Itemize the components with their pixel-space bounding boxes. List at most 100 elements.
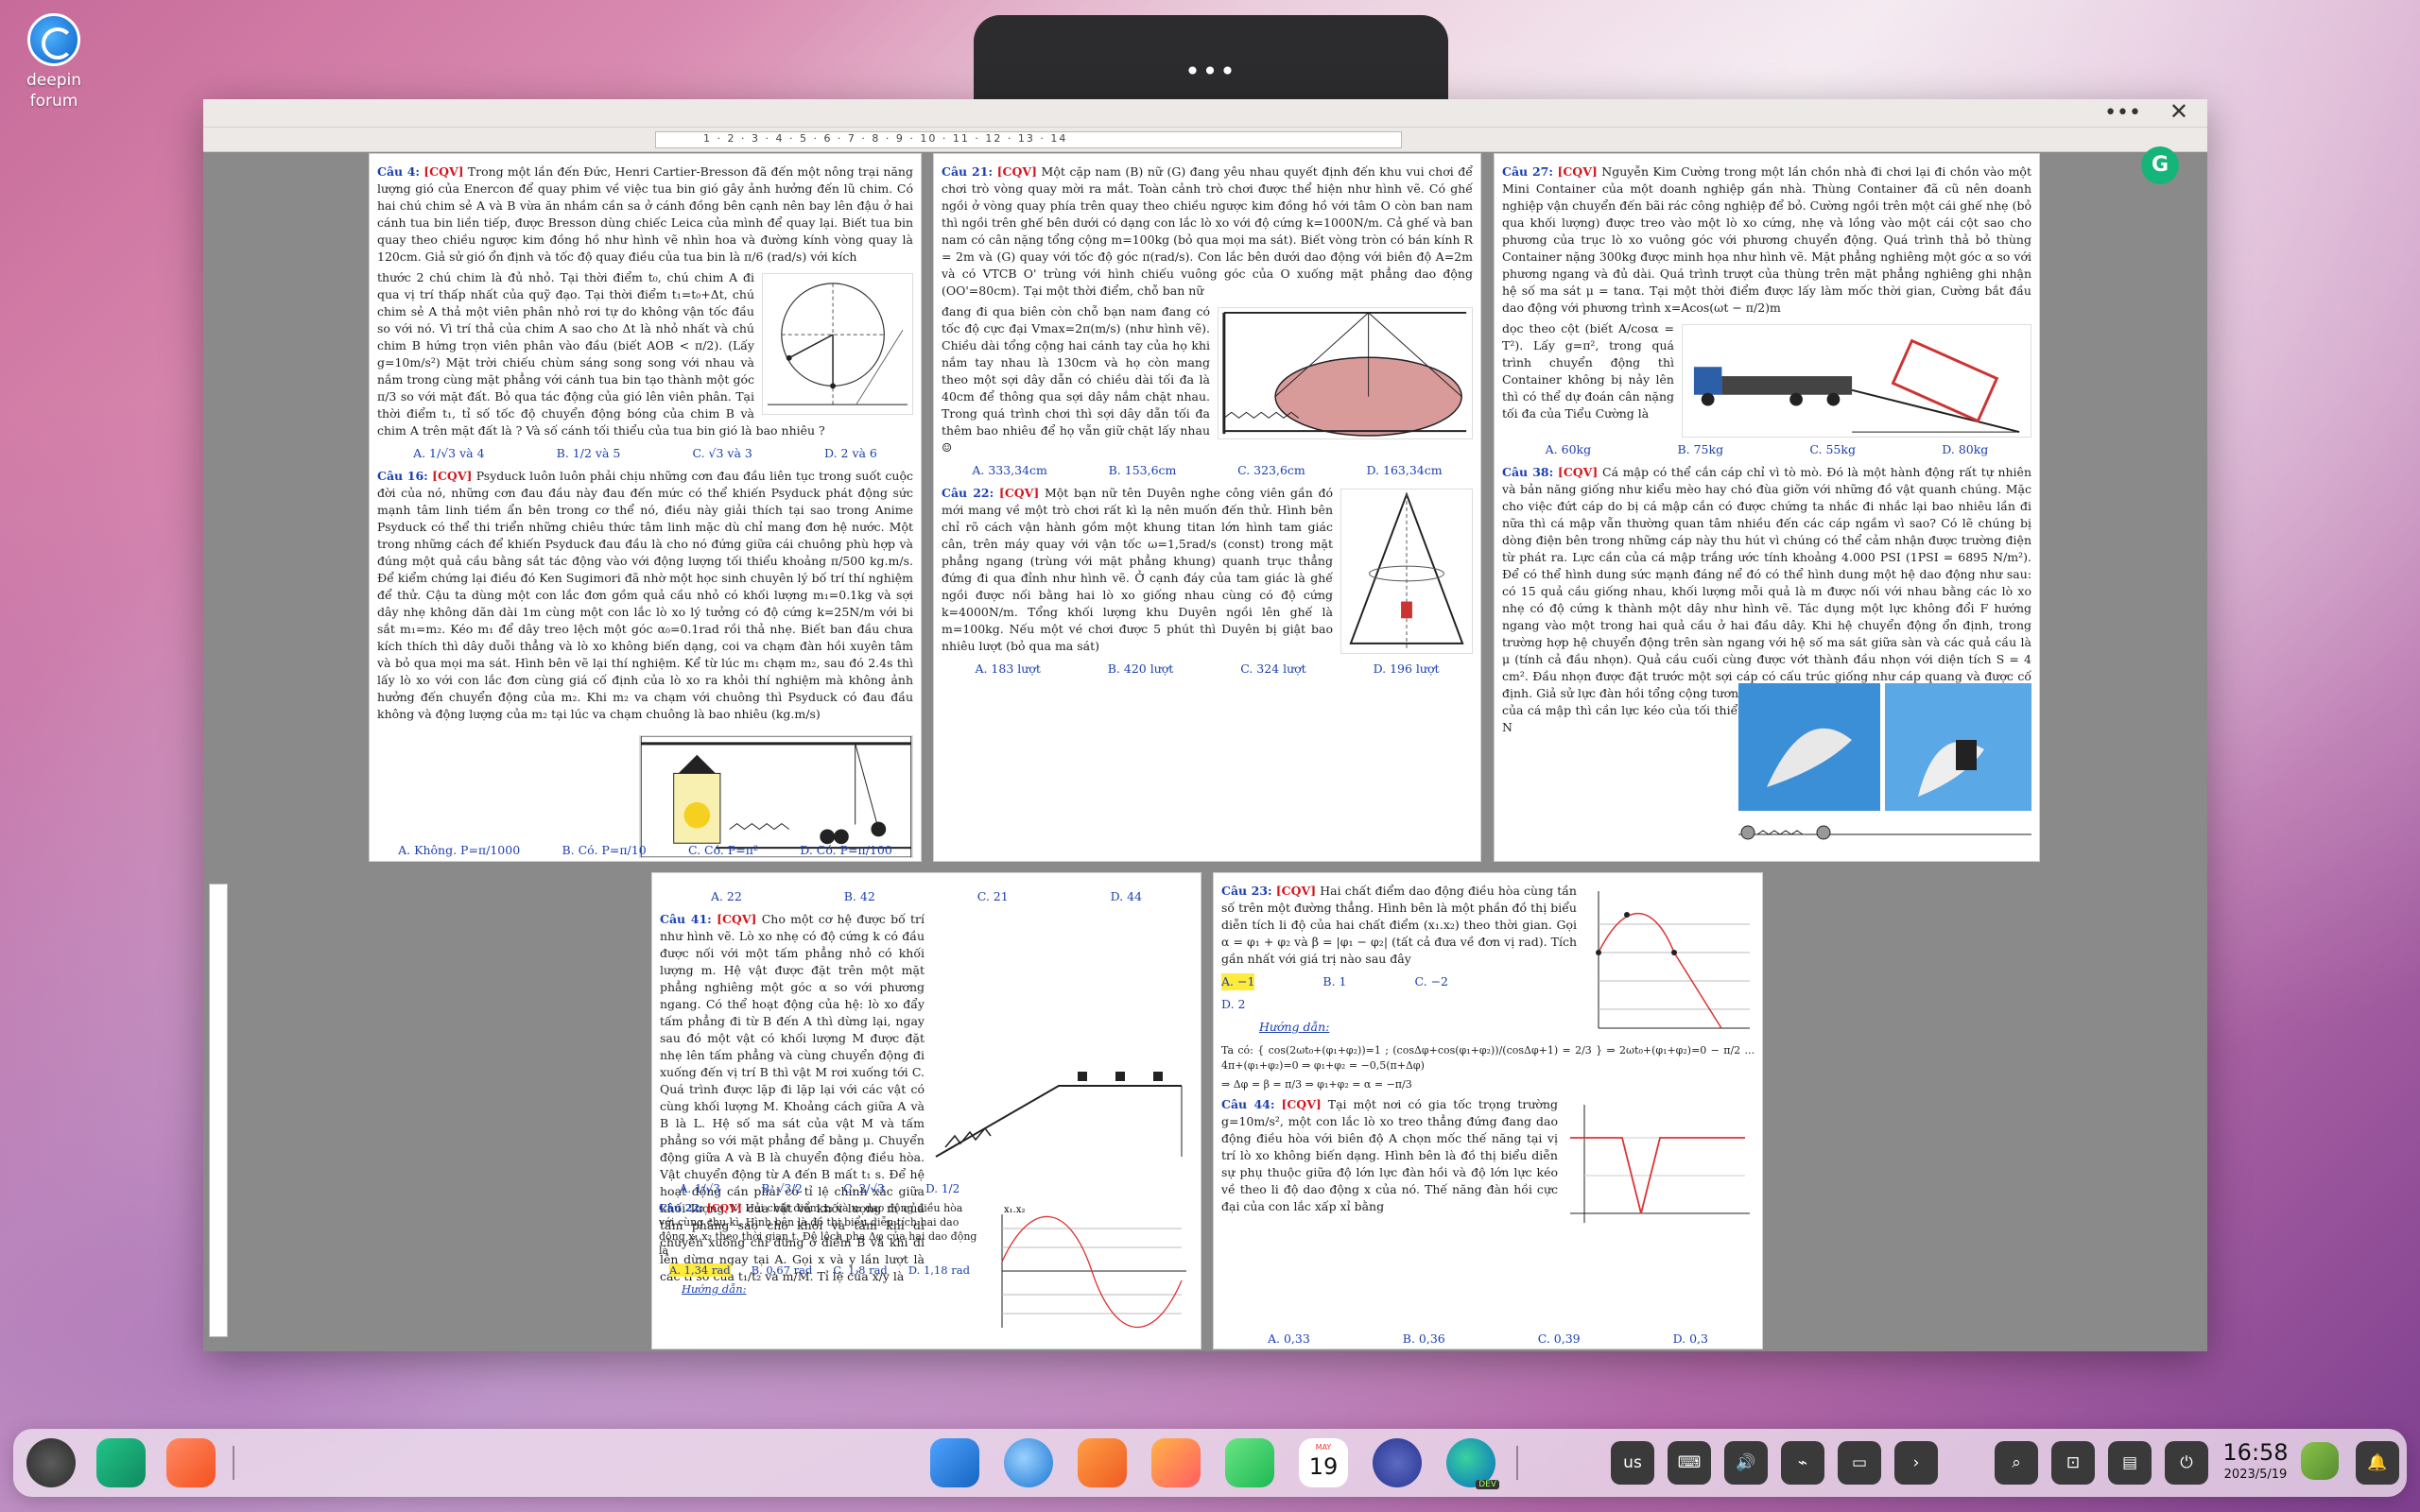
q21-option-c[interactable]: C. 323,6cm <box>1237 462 1305 479</box>
window-close-icon[interactable]: ✕ <box>2169 98 2188 125</box>
q4-option-c[interactable]: C. √3 và 3 <box>692 445 752 462</box>
q44-option-a[interactable]: A. 0,33 <box>1268 1331 1310 1348</box>
prev-option-b[interactable]: B. 42 <box>844 888 875 905</box>
q21-option-d[interactable]: D. 163,34cm <box>1366 462 1442 479</box>
q27-option-d[interactable]: D. 80kg <box>1942 441 1988 458</box>
q22-option-b[interactable]: B. 420 lượt <box>1108 661 1174 678</box>
q22b-option-a[interactable]: A. 1,34 rad <box>669 1263 731 1277</box>
q44-option-b[interactable]: B. 0,36 <box>1403 1331 1445 1348</box>
q16-option-a[interactable]: A. Không. P=π/1000 <box>398 842 520 859</box>
q23-option-b[interactable]: B. 1 <box>1322 973 1346 990</box>
q21-text: Một cặp nam (B) nữ (G) đang yêu nhau quy… <box>942 164 1473 298</box>
shark-comic-art <box>1738 683 2031 840</box>
q44-options: A. 0,33 B. 0,36 C. 0,39 D. 0,3 <box>1221 1331 1754 1348</box>
q4-option-d[interactable]: D. 2 và 6 <box>824 445 877 462</box>
q27-option-a[interactable]: A. 60kg <box>1546 441 1591 458</box>
prev-option-a[interactable]: A. 22 <box>711 888 742 905</box>
q23-solution-2: ⇒ Δφ = β = π/3 ⇒ φ₁+φ₂ = α = −π/3 <box>1221 1078 1412 1091</box>
q41-option-d[interactable]: D. 1/2 <box>925 1182 959 1195</box>
q22b-guide-link[interactable]: Hướng dẫn: <box>682 1282 980 1296</box>
q41-option-c[interactable]: C. 2/√3 <box>843 1182 884 1195</box>
horizontal-ruler[interactable]: 1 · 2 · 3 · 4 · 5 · 6 · 7 · 8 · 9 · 10 ·… <box>203 128 2207 152</box>
ferris-swing-figure <box>1218 307 1473 439</box>
psyduck-experiment-figure <box>639 735 913 858</box>
vertical-ruler[interactable] <box>209 884 228 1337</box>
q22-option-c[interactable]: C. 324 lượt <box>1240 661 1306 678</box>
q41-option-a[interactable]: A. 1/√3 <box>680 1182 720 1195</box>
calendar-icon[interactable]: MAY 19 <box>1299 1438 1348 1487</box>
q16-option-d[interactable]: D. Có. P=π/100 <box>800 842 892 859</box>
document-viewer-window: ••• ✕ 1 · 2 · 3 · 4 · 5 · 6 · 7 · 8 · 9 … <box>203 98 2207 1351</box>
q23-option-c[interactable]: C. −2 <box>1415 973 1449 990</box>
title-bar: ••• ✕ <box>203 98 2207 128</box>
q21-options: A. 333,34cm B. 153,6cm C. 323,6cm D. 163… <box>942 462 1473 479</box>
screenshot-icon[interactable]: ⊡ <box>2051 1441 2095 1485</box>
edge-dev-badge: DEV <box>1476 1480 1499 1489</box>
product-sine-plot <box>1001 1214 1186 1329</box>
q22-option-a[interactable]: A. 183 lượt <box>975 661 1040 678</box>
q22b-option-c[interactable]: C. 1,8 rad <box>833 1263 887 1277</box>
dock-separator <box>233 1446 234 1480</box>
power-icon[interactable]: ⏻ <box>2165 1441 2208 1485</box>
page-5: Câu 23: [CQV] Hai chất điểm dao động điề… <box>1213 872 1763 1349</box>
q41-options: A. 1/√3 B. √3/2 C. 2/√3 D. 1/2 <box>659 1182 980 1195</box>
product-graph-y-label: x₁.x₂ <box>1004 1205 1026 1215</box>
q27-paragraph: Câu 27: [CQV] Nguyễn Kim Cường trong một… <box>1502 163 2031 317</box>
prev-option-d[interactable]: D. 44 <box>1111 888 1142 905</box>
q27-option-b[interactable]: B. 75kg <box>1677 441 1723 458</box>
file-manager-icon[interactable] <box>930 1438 979 1487</box>
multitask-view-icon[interactable] <box>96 1438 146 1487</box>
app-store-icon[interactable] <box>1078 1438 1127 1487</box>
q44-option-c[interactable]: C. 0,39 <box>1538 1331 1581 1348</box>
q16-tag: [CQV] <box>432 469 473 483</box>
product-sine-graph: x₁.x₂ <box>993 1205 1191 1337</box>
battery-icon[interactable]: ▭ <box>1838 1441 1881 1485</box>
q4-option-b[interactable]: B. 1/2 và 5 <box>557 445 621 462</box>
q4-options: A. 1/√3 và 4 B. 1/2 và 5 C. √3 và 3 D. 2… <box>377 445 913 462</box>
top-menu-more-icon[interactable]: ••• <box>974 59 1448 85</box>
shark-comic-figure <box>1738 683 2031 844</box>
q44-option-d[interactable]: D. 0,3 <box>1673 1331 1708 1348</box>
photo-viewer-icon[interactable] <box>1151 1438 1201 1487</box>
clock-date: 2023/5/19 <box>2223 1468 2288 1482</box>
keyboard-icon[interactable]: ⌨ <box>1668 1441 1711 1485</box>
expand-tray-icon[interactable]: › <box>1894 1441 1938 1485</box>
q22-label: Câu 22: <box>942 486 994 500</box>
notification-bell-icon[interactable]: 🔔 <box>2356 1441 2399 1485</box>
q27-option-c[interactable]: C. 55kg <box>1809 441 1856 458</box>
trash-icon[interactable] <box>2301 1442 2339 1480</box>
workspace-icon[interactable] <box>166 1438 216 1487</box>
q22b-paragraph: Câu 22: [CQV] Hai chất điểm x₁ và x₂ dao… <box>659 1201 980 1258</box>
q21-option-a[interactable]: A. 333,34cm <box>972 462 1047 479</box>
prev-option-c[interactable]: C. 21 <box>977 888 1009 905</box>
q22-option-d[interactable]: D. 196 lượt <box>1374 661 1440 678</box>
q23-graph <box>1584 886 1754 1038</box>
q41-option-b[interactable]: B. √3/2 <box>761 1182 802 1195</box>
q22b-option-d[interactable]: D. 1,18 rad <box>908 1263 970 1277</box>
grammarly-icon[interactable]: G <box>2141 146 2179 184</box>
music-icon[interactable] <box>1225 1438 1274 1487</box>
keyboard-layout-indicator[interactable]: us <box>1611 1441 1654 1485</box>
notifications-panel-icon[interactable]: ▤ <box>2108 1441 2152 1485</box>
settings-gear-icon[interactable] <box>1373 1438 1422 1487</box>
q4-option-a[interactable]: A. 1/√3 và 4 <box>413 445 484 462</box>
q16-option-b[interactable]: B. Có. P=π/10 <box>562 842 646 859</box>
search-icon[interactable]: ⌕ <box>1995 1441 2038 1485</box>
edge-dev-icon[interactable]: DEV <box>1446 1438 1499 1489</box>
q23-option-a[interactable]: A. −1 <box>1221 973 1255 990</box>
q16-option-c[interactable]: C. Có. P=π² <box>688 842 758 859</box>
q27-label: Câu 27: <box>1502 164 1553 179</box>
network-icon[interactable]: ⌁ <box>1781 1441 1824 1485</box>
deepin-forum-desktop-icon[interactable]: deepin forum <box>21 13 87 112</box>
q22b-option-b[interactable]: B. 0,67 rad <box>752 1263 813 1277</box>
q22b-label: Câu 22: <box>659 1202 704 1214</box>
window-more-icon[interactable]: ••• <box>2104 101 2141 125</box>
volume-icon[interactable]: 🔊 <box>1724 1441 1768 1485</box>
q21-option-b[interactable]: B. 153,6cm <box>1109 462 1177 479</box>
clock[interactable]: 16:58 2023/5/19 <box>2218 1438 2293 1484</box>
launcher-icon[interactable] <box>26 1438 76 1487</box>
desktop-icon-label-line1: deepin <box>26 71 81 90</box>
browser-icon[interactable] <box>1004 1438 1053 1487</box>
q27-text-2: dọc theo cột (biết A/cosα = T²). Lấy g=π… <box>1502 321 1674 421</box>
q23-option-d[interactable]: D. 2 <box>1221 996 1245 1013</box>
